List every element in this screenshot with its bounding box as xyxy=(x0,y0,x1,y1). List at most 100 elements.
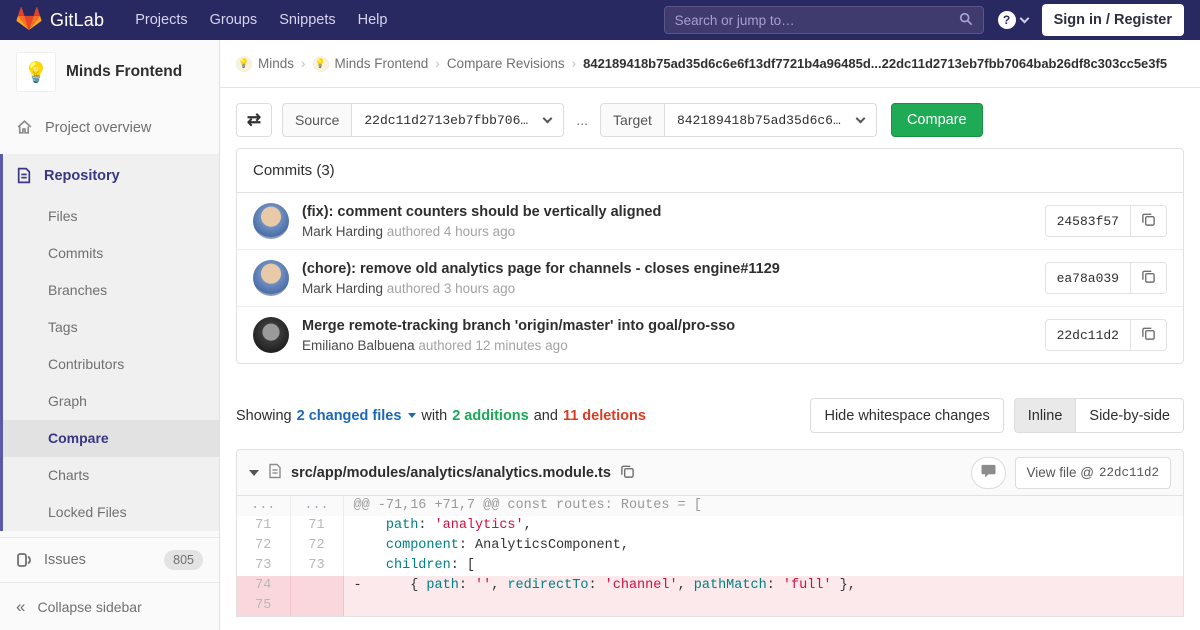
top-navbar: GitLab Projects Groups Snippets Help ? S… xyxy=(0,0,1200,40)
gitlab-logo[interactable]: GitLab xyxy=(16,6,104,34)
commit-authored-time: authored 4 hours ago xyxy=(387,224,515,239)
copy-sha-button[interactable] xyxy=(1131,320,1166,350)
diff-line: 7272 component: AnalyticsComponent, xyxy=(237,536,1183,556)
diff-table: ......@@ -71,16 +71,7 @@ const routes: R… xyxy=(237,496,1183,616)
sidebar-item-contributors[interactable]: Contributors xyxy=(3,346,219,383)
main-area: 💡 Minds › 💡 Minds Frontend › Compare Rev… xyxy=(220,40,1200,630)
sidebar-item-label: Repository xyxy=(44,168,120,184)
new-line-number[interactable] xyxy=(290,576,343,596)
source-ref-dropdown[interactable]: 22dc11d2713eb7fbb706… xyxy=(352,103,564,137)
commit-author-link[interactable]: Mark Harding xyxy=(302,224,383,239)
sidebar-item-issues[interactable]: Issues 805 xyxy=(0,537,219,583)
signin-register-button[interactable]: Sign in / Register xyxy=(1042,4,1184,36)
changed-files-dropdown[interactable]: 2 changed files xyxy=(297,408,402,424)
copy-sha-button[interactable] xyxy=(1131,206,1166,236)
search-box[interactable] xyxy=(664,6,984,34)
diff-file-path[interactable]: src/app/modules/analytics/analytics.modu… xyxy=(291,465,611,481)
sidebar-item-tags[interactable]: Tags xyxy=(3,309,219,346)
help-dropdown[interactable]: ? xyxy=(998,11,1028,29)
nav-snippets[interactable]: Snippets xyxy=(268,12,346,28)
nav-groups[interactable]: Groups xyxy=(199,12,269,28)
breadcrumb-group[interactable]: 💡 Minds xyxy=(236,56,294,72)
target-ref-dropdown[interactable]: 842189418b75ad35d6c6… xyxy=(665,103,877,137)
toggle-comments-button[interactable] xyxy=(971,457,1006,489)
new-line-number[interactable]: 71 xyxy=(290,516,343,536)
commit-authored-time: authored 12 minutes ago xyxy=(418,338,567,353)
copy-path-icon[interactable] xyxy=(620,464,635,482)
breadcrumb-project[interactable]: 💡 Minds Frontend xyxy=(313,56,429,72)
copy-icon xyxy=(1141,212,1156,230)
sidebar-item-charts[interactable]: Charts xyxy=(3,457,219,494)
deletions-count: 11 deletions xyxy=(563,408,646,424)
commits-header: Commits (3) xyxy=(237,149,1183,193)
sidebar-item-graph[interactable]: Graph xyxy=(3,383,219,420)
commit-sha[interactable]: ea78a039 xyxy=(1046,263,1131,293)
breadcrumb-page[interactable]: Compare Revisions xyxy=(447,56,565,71)
view-file-button[interactable]: View file @ 22dc11d2 xyxy=(1015,457,1172,489)
range-separator: ... xyxy=(574,112,590,128)
sidebar-item-repository[interactable]: Repository xyxy=(3,154,219,198)
project-header[interactable]: 💡 Minds Frontend xyxy=(0,40,219,106)
sidebar-item-commits[interactable]: Commits xyxy=(3,235,219,272)
collapse-sidebar-button[interactable]: « Collapse sidebar xyxy=(0,582,219,630)
project-avatar: 💡 xyxy=(16,52,56,92)
nav-help[interactable]: Help xyxy=(347,12,399,28)
old-line-number[interactable]: 75 xyxy=(237,596,290,616)
document-icon xyxy=(16,167,32,184)
nav-projects[interactable]: Projects xyxy=(124,12,198,28)
diff-line-code: @@ -71,16 +71,7 @@ const routes: Routes … xyxy=(343,496,1183,516)
old-line-number[interactable]: ... xyxy=(237,496,290,516)
commit-author-link[interactable]: Emiliano Balbuena xyxy=(302,338,415,353)
side-by-side-view-button[interactable]: Side-by-side xyxy=(1075,398,1184,433)
file-icon xyxy=(268,463,282,482)
new-line-number[interactable]: 72 xyxy=(290,536,343,556)
comment-bubble-icon xyxy=(981,464,996,481)
commit-author-link[interactable]: Mark Harding xyxy=(302,281,383,296)
navbar-right: ? Sign in / Register xyxy=(664,4,1184,36)
source-group: Source 22dc11d2713eb7fbb706… xyxy=(282,103,564,137)
breadcrumb-separator: › xyxy=(572,56,577,71)
sidebar-item-compare[interactable]: Compare xyxy=(3,420,219,457)
diff-line: 7373 children: [ xyxy=(237,556,1183,576)
sidebar-item-project-overview[interactable]: Project overview xyxy=(0,106,219,150)
commit-title-link[interactable]: Merge remote-tracking branch 'origin/mas… xyxy=(302,318,735,334)
diff-line: 7171 path: 'analytics', xyxy=(237,516,1183,536)
page-content: ⇄ Source 22dc11d2713eb7fbb706… ... Targe… xyxy=(220,88,1200,630)
new-line-number[interactable] xyxy=(290,596,343,616)
copy-icon xyxy=(1141,269,1156,287)
hide-whitespace-button[interactable]: Hide whitespace changes xyxy=(810,398,1003,433)
compare-button[interactable]: Compare xyxy=(891,103,983,137)
issues-icon xyxy=(16,552,32,568)
inline-view-button[interactable]: Inline xyxy=(1014,398,1076,433)
commit-title-link[interactable]: (chore): remove old analytics page for c… xyxy=(302,261,780,277)
project-title: Minds Frontend xyxy=(66,63,182,81)
sidebar-item-locked-files[interactable]: Locked Files xyxy=(3,494,219,531)
new-line-number[interactable]: ... xyxy=(290,496,343,516)
commit-sha[interactable]: 22dc11d2 xyxy=(1046,320,1131,350)
search-input[interactable] xyxy=(675,13,959,28)
old-line-number[interactable]: 73 xyxy=(237,556,290,576)
sidebar-item-branches[interactable]: Branches xyxy=(3,272,219,309)
breadcrumb-group-label: Minds xyxy=(258,56,294,71)
commit-hash-group: 24583f57 xyxy=(1045,205,1167,237)
new-line-number[interactable]: 73 xyxy=(290,556,343,576)
diff-line: 74- { path: '', redirectTo: 'channel', p… xyxy=(237,576,1183,596)
and-label: and xyxy=(534,408,558,424)
left-sidebar: 💡 Minds Frontend Project overview Reposi… xyxy=(0,40,220,630)
diff-summary-row: Showing 2 changed files with 2 additions… xyxy=(236,398,1184,433)
old-line-number[interactable]: 71 xyxy=(237,516,290,536)
sidebar-item-label: Project overview xyxy=(45,120,151,136)
sidebar-item-files[interactable]: Files xyxy=(3,198,219,235)
breadcrumb-current-hashes: 842189418b75ad35d6c6e6f13df7721b4a96485d… xyxy=(583,56,1167,71)
old-line-number[interactable]: 74 xyxy=(237,576,290,596)
commit-title-link[interactable]: (fix): comment counters should be vertic… xyxy=(302,204,661,220)
issues-count-badge: 805 xyxy=(164,550,203,570)
diff-line-code: component: AnalyticsComponent, xyxy=(343,536,1183,556)
old-line-number[interactable]: 72 xyxy=(237,536,290,556)
copy-sha-button[interactable] xyxy=(1131,263,1166,293)
swap-revisions-button[interactable]: ⇄ xyxy=(236,103,272,137)
commit-sha[interactable]: 24583f57 xyxy=(1046,206,1131,236)
collapse-diff-icon[interactable] xyxy=(249,470,259,476)
diff-line-code: children: [ xyxy=(343,556,1183,576)
collapse-label: Collapse sidebar xyxy=(37,599,141,615)
